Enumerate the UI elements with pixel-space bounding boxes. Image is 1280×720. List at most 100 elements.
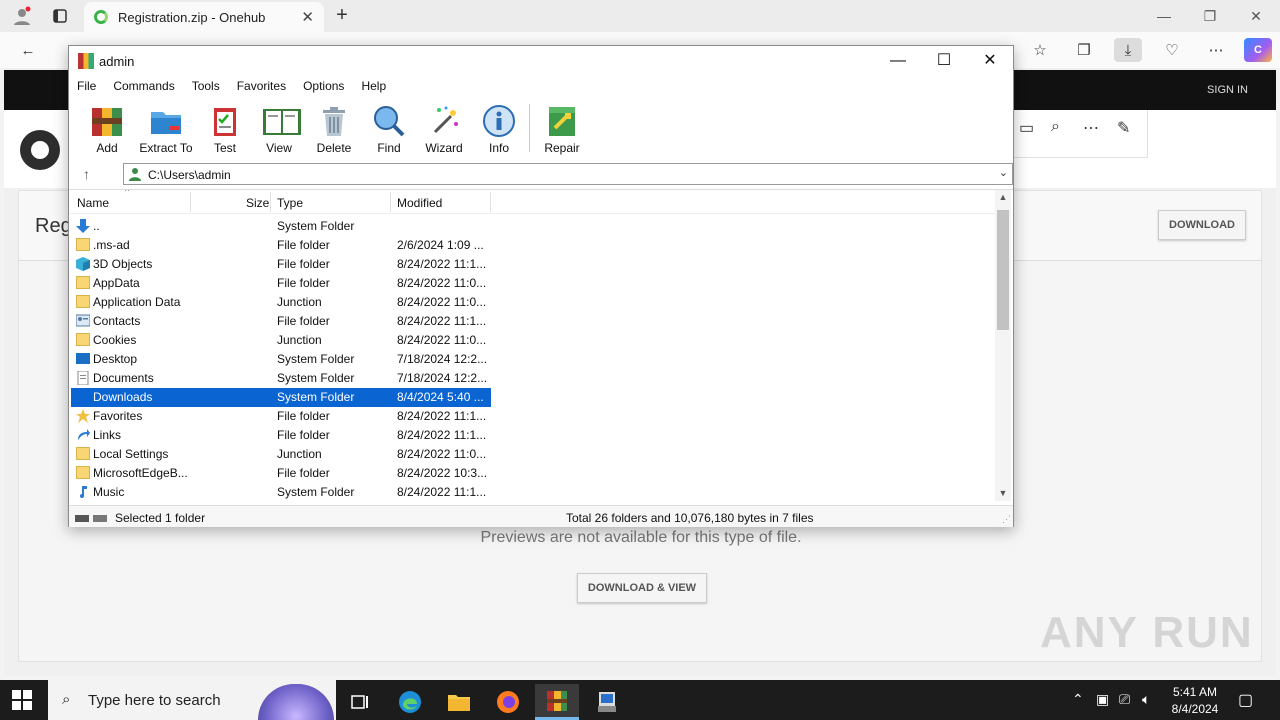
- drive-icon[interactable]: [75, 512, 109, 522]
- menu-help[interactable]: Help: [361, 76, 394, 98]
- tab-close-icon[interactable]: ✕: [301, 8, 314, 26]
- file-modified: 7/18/2024 12:2...: [397, 352, 488, 366]
- tab-title: Registration.zip - Onehub: [118, 9, 266, 25]
- repair-icon: [545, 104, 579, 138]
- taskbar-search[interactable]: ⌕ Type here to search: [48, 680, 336, 720]
- find-button[interactable]: Find: [361, 102, 417, 156]
- column-divider: [270, 192, 271, 212]
- extract-to-button[interactable]: Extract To: [137, 102, 195, 156]
- file-name: Cookies: [93, 333, 137, 347]
- file-row[interactable]: Documents System Folder 7/18/2024 12:2...: [71, 369, 991, 388]
- file-row[interactable]: Favorites File folder 8/24/2022 11:1...: [71, 407, 991, 426]
- file-row[interactable]: .. System Folder: [71, 217, 991, 236]
- file-name: Contacts: [93, 314, 141, 328]
- notification-icon[interactable]: ▢: [1238, 690, 1253, 710]
- onehub-logo-icon: [20, 130, 60, 170]
- downloads-icon[interactable]: ⤓: [1114, 38, 1142, 62]
- file-type: System Folder: [277, 371, 355, 385]
- repair-button[interactable]: Repair: [534, 102, 590, 156]
- file-row[interactable]: Local Settings Junction 8/24/2022 11:0...: [71, 445, 991, 464]
- file-row[interactable]: Cookies Junction 8/24/2022 11:0...: [71, 331, 991, 350]
- column-name[interactable]: Name: [77, 196, 109, 210]
- scroll-down-icon[interactable]: ▼: [995, 488, 1011, 498]
- chevron-up-icon[interactable]: ⌃: [1072, 691, 1084, 708]
- network-icon[interactable]: ⎚: [1119, 691, 1130, 708]
- menu-file[interactable]: File: [77, 76, 104, 98]
- extract-to-label: Extract To: [139, 141, 193, 155]
- browser-restore-button[interactable]: ❐: [1188, 4, 1232, 28]
- file-list-header: Name ^ Size Type Modified: [69, 190, 995, 214]
- back-arrow-icon[interactable]: ←: [14, 38, 42, 62]
- test-button[interactable]: Test: [197, 102, 253, 156]
- installer-icon[interactable]: [585, 684, 629, 720]
- copilot-icon[interactable]: C: [1244, 38, 1272, 62]
- browser-essentials-icon[interactable]: ♡: [1158, 38, 1186, 62]
- more-menu-icon[interactable]: ⋯: [1202, 38, 1230, 62]
- start-windows-icon[interactable]: [12, 690, 32, 710]
- menu-commands[interactable]: Commands: [113, 76, 182, 98]
- meet-now-icon[interactable]: ▣: [1096, 691, 1109, 708]
- file-row[interactable]: Music System Folder 8/24/2022 11:1...: [71, 483, 991, 501]
- wizard-button[interactable]: Wizard: [416, 102, 472, 156]
- search-icon[interactable]: ⌕: [1051, 118, 1060, 136]
- file-explorer-icon[interactable]: [437, 684, 481, 720]
- winrar-app-icon: [78, 53, 94, 69]
- resize-grip-icon[interactable]: ⋰: [1002, 514, 1011, 525]
- firefox-icon[interactable]: [486, 684, 530, 720]
- collections-icon[interactable]: ❐: [1070, 38, 1098, 62]
- file-row[interactable]: AppData File folder 8/24/2022 11:0...: [71, 274, 991, 293]
- vertical-scrollbar[interactable]: ▲ ▼: [995, 190, 1011, 501]
- column-size[interactable]: Size: [246, 196, 269, 210]
- file-modified: 7/18/2024 12:2...: [397, 371, 488, 385]
- task-view-icon[interactable]: [338, 684, 382, 720]
- file-size: [191, 483, 271, 501]
- chevron-down-icon[interactable]: ⌄: [999, 166, 1008, 179]
- download-button[interactable]: DOWNLOAD: [1158, 210, 1246, 240]
- tab-registration-zip[interactable]: Registration.zip - Onehub ✕: [84, 2, 324, 32]
- close-icon[interactable]: ✕: [967, 46, 1013, 76]
- scrollbar-thumb[interactable]: [997, 210, 1009, 330]
- add-button[interactable]: Add: [79, 102, 135, 156]
- delete-button[interactable]: Delete: [306, 102, 362, 156]
- file-row[interactable]: Downloads System Folder 8/4/2024 5:40 ...: [71, 388, 991, 407]
- file-name: AppData: [93, 276, 140, 290]
- column-type[interactable]: Type: [277, 196, 303, 210]
- test-label: Test: [213, 141, 236, 155]
- view-button[interactable]: View: [251, 102, 307, 156]
- file-row[interactable]: MicrosoftEdgeB... File folder 8/24/2022 10…: [71, 464, 991, 483]
- browser-close-button[interactable]: ✕: [1234, 4, 1278, 28]
- scroll-up-icon[interactable]: ▲: [995, 192, 1011, 202]
- folder-icon[interactable]: ▭: [1019, 118, 1034, 138]
- menu-favorites[interactable]: Favorites: [237, 76, 294, 98]
- download-view-button[interactable]: DOWNLOAD & VIEW: [577, 573, 707, 603]
- file-row[interactable]: Application Data Junction 8/24/2022 11:0..…: [71, 293, 991, 312]
- profile-avatar-icon[interactable]: [8, 4, 36, 28]
- maximize-icon[interactable]: ☐: [921, 46, 967, 76]
- browser-minimize-button[interactable]: —: [1142, 4, 1186, 28]
- menu-tools[interactable]: Tools: [192, 76, 228, 98]
- pin-icon[interactable]: ✎: [1117, 118, 1130, 138]
- file-row[interactable]: Links File folder 8/24/2022 11:1...: [71, 426, 991, 445]
- file-row[interactable]: Desktop System Folder 7/18/2024 12:2...: [71, 350, 991, 369]
- file-size: [191, 255, 271, 274]
- path-input[interactable]: C:\Users\admin ⌄: [123, 163, 1013, 185]
- clock-time[interactable]: 5:41 AM: [1170, 685, 1220, 699]
- more-icon[interactable]: ⋯: [1083, 118, 1099, 138]
- up-folder-icon[interactable]: ↑: [83, 166, 90, 182]
- minimize-icon[interactable]: —: [875, 46, 921, 76]
- file-row[interactable]: 3D Objects File folder 8/24/2022 11:1...: [71, 255, 991, 274]
- tab-actions-icon[interactable]: [46, 4, 74, 28]
- new-tab-button[interactable]: +: [330, 4, 354, 27]
- column-modified[interactable]: Modified: [397, 196, 442, 210]
- favorites-icon[interactable]: ☆: [1026, 38, 1054, 62]
- info-button[interactable]: Info: [471, 102, 527, 156]
- sign-in-link[interactable]: SIGN IN: [1207, 84, 1248, 96]
- file-type: File folder: [277, 238, 330, 252]
- file-row[interactable]: Contacts File folder 8/24/2022 11:1...: [71, 312, 991, 331]
- edge-icon[interactable]: [388, 684, 432, 720]
- clock-date[interactable]: 8/4/2024: [1166, 702, 1224, 716]
- menu-options[interactable]: Options: [303, 76, 352, 98]
- file-row[interactable]: .ms-ad File folder 2/6/2024 1:09 ...: [71, 236, 991, 255]
- winrar-taskbar-icon[interactable]: [535, 684, 579, 720]
- volume-icon[interactable]: 🔈︎: [1142, 691, 1150, 708]
